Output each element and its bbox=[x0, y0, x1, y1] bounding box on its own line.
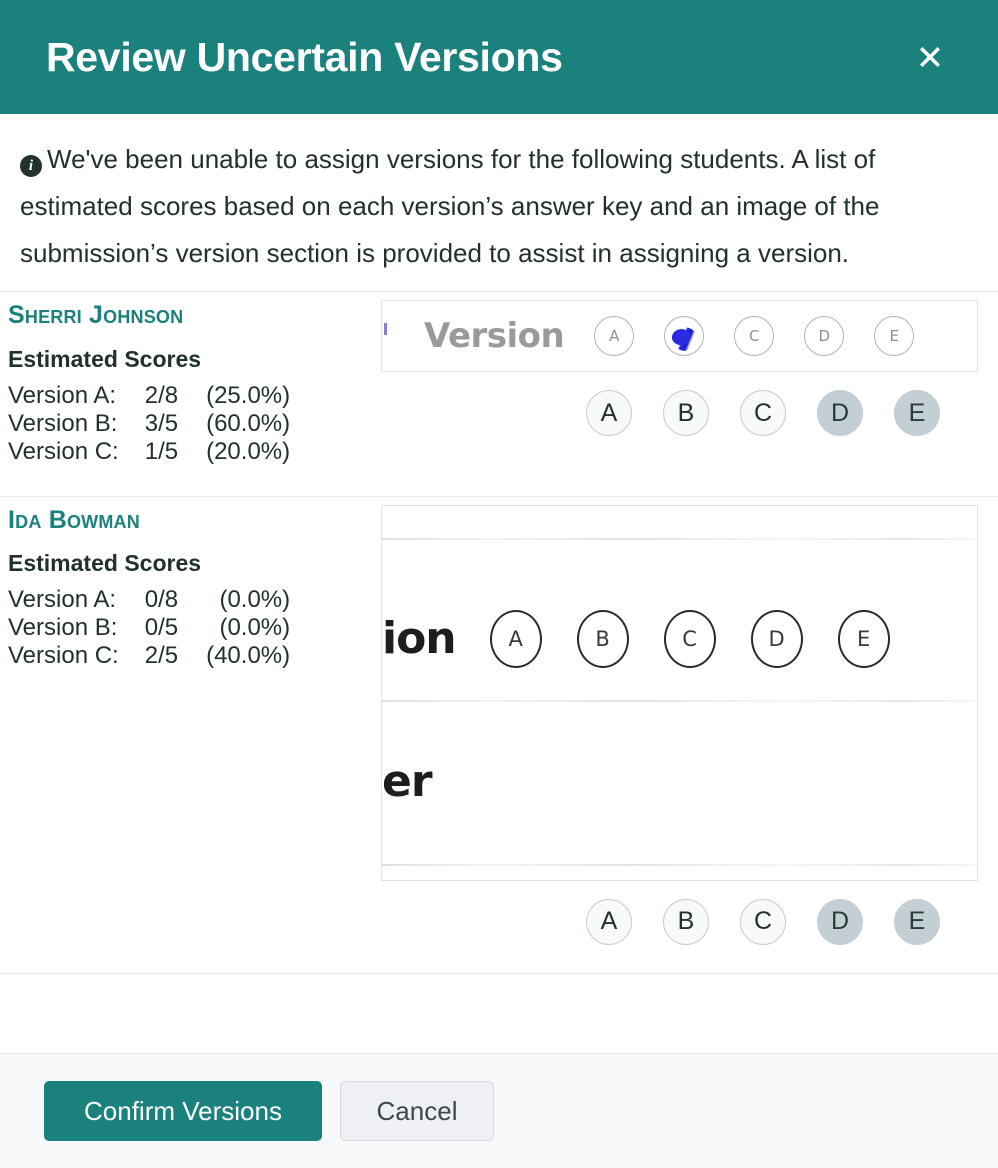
version-fraction: 1/5 bbox=[145, 438, 206, 466]
estimated-scores-label: Estimated Scores bbox=[8, 346, 380, 373]
scan-bubble-b: B bbox=[664, 316, 704, 356]
submission-scan-image: ion A B C D E er bbox=[381, 505, 978, 881]
scan-bubble-a: A bbox=[490, 610, 542, 668]
version-percent: (60.0%) bbox=[206, 410, 290, 438]
modal-body: iWe've been unable to assign versions fo… bbox=[0, 114, 998, 1053]
version-label: Version A: bbox=[8, 586, 145, 614]
version-fraction: 3/5 bbox=[145, 410, 206, 438]
scan-line bbox=[382, 864, 977, 866]
student-name: Sherri Johnson bbox=[8, 302, 380, 330]
table-row: Version A: 2/8 (25.0%) bbox=[8, 382, 290, 410]
version-label: Version C: bbox=[8, 438, 145, 466]
version-selector: A B C D E bbox=[586, 881, 998, 945]
student-scan-panel: Version A B C D E A B C D bbox=[380, 292, 998, 436]
scan-bubble-d: D bbox=[751, 610, 803, 668]
version-label: Version C: bbox=[8, 642, 145, 670]
version-percent: (40.0%) bbox=[206, 642, 290, 670]
student-section: Sherri Johnson Estimated Scores Version … bbox=[0, 292, 998, 466]
review-uncertain-versions-modal: Review Uncertain Versions iWe've been un… bbox=[0, 0, 998, 1168]
version-button-b[interactable]: B bbox=[663, 390, 709, 436]
divider bbox=[0, 973, 998, 974]
info-banner: iWe've been unable to assign versions fo… bbox=[0, 114, 998, 291]
scan-line bbox=[382, 700, 977, 702]
estimated-scores-table: Version A: 0/8 (0.0%) Version B: 0/5 (0.… bbox=[8, 586, 290, 670]
version-fraction: 0/8 bbox=[145, 586, 206, 614]
version-label: Version B: bbox=[8, 614, 145, 642]
table-row: Version A: 0/8 (0.0%) bbox=[8, 586, 290, 614]
version-button-d: D bbox=[817, 899, 863, 945]
student-name: Ida Bowman bbox=[8, 507, 380, 535]
scan-bubble-e: E bbox=[838, 610, 890, 668]
version-selector: A B C D E bbox=[586, 372, 998, 436]
estimated-scores-label: Estimated Scores bbox=[8, 550, 380, 577]
version-button-b[interactable]: B bbox=[663, 899, 709, 945]
modal-footer: Confirm Versions Cancel bbox=[0, 1053, 998, 1168]
info-icon: i bbox=[20, 155, 42, 177]
close-icon[interactable] bbox=[908, 35, 952, 79]
version-button-c[interactable]: C bbox=[740, 390, 786, 436]
scan-bubble-b-letter: B bbox=[679, 327, 689, 345]
student-scan-panel: ion A B C D E er A B C D bbox=[380, 497, 998, 945]
page-title: Review Uncertain Versions bbox=[46, 37, 563, 78]
table-row: Version B: 0/5 (0.0%) bbox=[8, 614, 290, 642]
scan-secondary-word: er bbox=[382, 756, 432, 807]
scan-bubble-b: B bbox=[577, 610, 629, 668]
scan-bubble-d: D bbox=[804, 316, 844, 356]
estimated-scores-table: Version A: 2/8 (25.0%) Version B: 3/5 (6… bbox=[8, 382, 290, 466]
version-label: Version A: bbox=[8, 382, 145, 410]
table-row: Version B: 3/5 (60.0%) bbox=[8, 410, 290, 438]
modal-header: Review Uncertain Versions bbox=[0, 0, 998, 114]
version-fraction: 2/5 bbox=[145, 642, 206, 670]
student-score-panel: Ida Bowman Estimated Scores Version A: 0… bbox=[0, 497, 380, 671]
scan-line bbox=[382, 538, 977, 540]
version-button-a[interactable]: A bbox=[586, 390, 632, 436]
version-fraction: 2/8 bbox=[145, 382, 206, 410]
scan-secondary-row: er bbox=[382, 756, 432, 807]
version-button-e: E bbox=[894, 390, 940, 436]
student-score-panel: Sherri Johnson Estimated Scores Version … bbox=[0, 292, 380, 466]
version-label: Version B: bbox=[8, 410, 145, 438]
scan-content-row: ion A B C D E bbox=[382, 610, 890, 668]
scan-version-word: Version bbox=[424, 316, 564, 356]
version-button-e: E bbox=[894, 899, 940, 945]
scan-bubble-a: A bbox=[594, 316, 634, 356]
scan-version-word: ion bbox=[382, 613, 456, 664]
submission-scan-image: Version A B C D E bbox=[381, 300, 978, 372]
student-section: Ida Bowman Estimated Scores Version A: 0… bbox=[0, 497, 998, 945]
version-button-d: D bbox=[817, 390, 863, 436]
version-fraction: 0/5 bbox=[145, 614, 206, 642]
version-percent: (0.0%) bbox=[206, 614, 290, 642]
version-button-c[interactable]: C bbox=[740, 899, 786, 945]
version-percent: (25.0%) bbox=[206, 382, 290, 410]
scan-bubble-c: C bbox=[664, 610, 716, 668]
scan-bubble-c: C bbox=[734, 316, 774, 356]
confirm-versions-button[interactable]: Confirm Versions bbox=[44, 1081, 322, 1141]
scan-bubble-e: E bbox=[874, 316, 914, 356]
info-text: We've been unable to assign versions for… bbox=[20, 144, 879, 268]
version-percent: (20.0%) bbox=[206, 438, 290, 466]
table-row: Version C: 2/5 (40.0%) bbox=[8, 642, 290, 670]
version-button-a[interactable]: A bbox=[586, 899, 632, 945]
table-row: Version C: 1/5 (20.0%) bbox=[8, 438, 290, 466]
scan-pen-tick bbox=[384, 323, 387, 335]
info-text-wrapper: iWe've been unable to assign versions fo… bbox=[20, 136, 968, 277]
version-percent: (0.0%) bbox=[206, 586, 290, 614]
scan-content-row: Version A B C D E bbox=[424, 316, 914, 356]
cancel-button[interactable]: Cancel bbox=[340, 1081, 494, 1141]
